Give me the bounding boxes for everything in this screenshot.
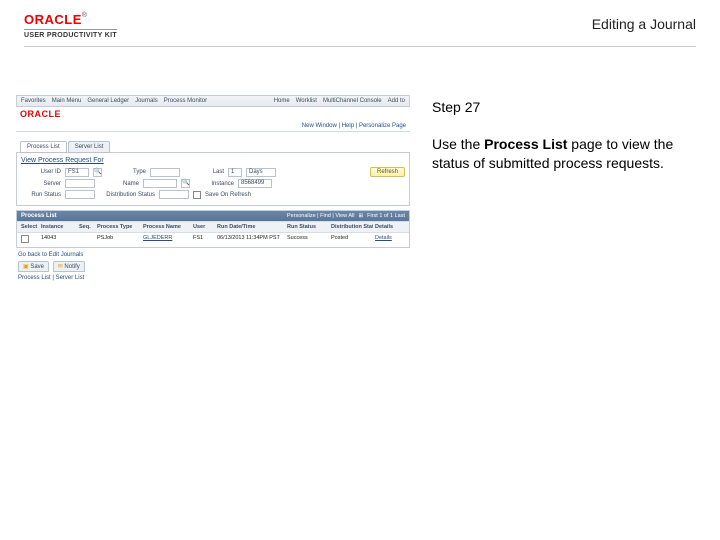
header-divider <box>24 46 696 47</box>
col-date: Run Date/Time <box>215 224 285 230</box>
col-instance: Instance <box>39 224 77 230</box>
app-screenshot: Favorites Main Menu General Ledger Journ… <box>16 95 410 285</box>
top-link-home[interactable]: Home <box>274 98 290 104</box>
below-grid: Go back to Edit Journals ▣ Save ✉ Notify… <box>16 248 410 285</box>
lookup-icon[interactable]: 🔍 <box>181 179 190 188</box>
inner-brand: ORACLE <box>16 107 410 121</box>
col-details: Details <box>373 224 401 230</box>
form-title: View Process Request For <box>21 157 405 164</box>
tab-strip: Process ListServer List <box>16 132 410 152</box>
col-ptype: Process Type <box>95 224 141 230</box>
notify-button[interactable]: ✉ Notify <box>53 261 85 272</box>
col-dist: Distribution Status <box>329 224 373 230</box>
brand-subtitle: USER PRODUCTIVITY KIT <box>24 29 117 39</box>
brand-block: ORACLE® USER PRODUCTIVITY KIT <box>24 12 117 39</box>
personalize-link[interactable]: Personalize Page <box>359 123 406 129</box>
brand-tm: ® <box>82 12 87 19</box>
cell-seq <box>77 235 95 245</box>
grid-page-info: First 1 of 1 Last <box>367 213 405 219</box>
diststatus-label: Distribution Status <box>99 192 155 198</box>
last-label: Last <box>184 169 224 175</box>
top-link-worklist[interactable]: Worklist <box>296 98 317 104</box>
footer-links[interactable]: Process List | Server List <box>18 275 408 281</box>
breadcrumb[interactable]: Favorites Main Menu General Ledger Journ… <box>16 95 410 107</box>
grid-head-row: Select Instance Seq. Process Type Proces… <box>17 221 409 232</box>
top-link-addto[interactable]: Add to <box>388 98 405 104</box>
col-run: Run Status <box>285 224 329 230</box>
instance-label: Instance <box>194 181 234 187</box>
col-seq: Seq. <box>77 224 95 230</box>
cell-dist: Posted <box>329 235 373 245</box>
grid-tools-links[interactable]: Personalize | Find | View All <box>287 213 355 219</box>
cell-user: FS1 <box>191 235 215 245</box>
cell-instance: 14043 <box>39 235 77 245</box>
tab-process-list[interactable]: Process List <box>20 141 67 153</box>
userid-label: User ID <box>21 169 61 175</box>
lookup-icon[interactable]: 🔍 <box>93 168 102 177</box>
page-title: Editing a Journal <box>592 16 696 32</box>
name-label: Name <box>99 181 139 187</box>
go-back-link[interactable]: Go back to Edit Journals <box>18 252 408 258</box>
window-links: New Window | Help | Personalize Page <box>16 121 410 132</box>
top-link-mcc[interactable]: MultiChannel Console <box>323 98 382 104</box>
instance-input[interactable]: 8568499 <box>238 179 272 188</box>
step-label: Step 27 <box>432 98 696 117</box>
save-on-refresh-checkbox[interactable] <box>193 191 201 199</box>
col-user: User <box>191 224 215 230</box>
new-window-link[interactable]: New Window <box>302 123 337 129</box>
runstatus-label: Run Status <box>21 192 61 198</box>
type-select[interactable] <box>150 168 180 177</box>
grid-title: Process List <box>21 213 57 219</box>
last-unit-select[interactable]: Days <box>246 168 276 177</box>
name-input[interactable] <box>143 179 177 188</box>
diststatus-select[interactable] <box>159 190 189 199</box>
grid-header-bar: Process List Personalize | Find | View A… <box>17 211 409 221</box>
last-input[interactable]: 1 <box>228 168 242 177</box>
server-select[interactable] <box>65 179 95 188</box>
cell-name[interactable]: GLJEDERR <box>141 235 191 245</box>
breadcrumb-item[interactable]: Favorites <box>21 98 46 104</box>
refresh-button[interactable]: Refresh <box>370 167 405 177</box>
tab-server-list[interactable]: Server List <box>68 141 111 153</box>
userid-input[interactable]: FS1 <box>65 168 89 177</box>
col-pname: Process Name <box>141 224 191 230</box>
instruction-text: Use the Process List page to view the st… <box>432 135 696 173</box>
instruction-panel: Step 27 Use the Process List page to vie… <box>432 98 696 173</box>
cell-type: PSJob <box>95 235 141 245</box>
breadcrumb-item[interactable]: Journals <box>135 98 158 104</box>
cell-run: Success <box>285 235 329 245</box>
runstatus-select[interactable] <box>65 190 95 199</box>
filter-form: View Process Request For User ID FS1 🔍 T… <box>16 152 410 206</box>
process-grid: Process List Personalize | Find | View A… <box>16 210 410 248</box>
help-link[interactable]: Help <box>342 123 354 129</box>
save-button[interactable]: ▣ Save <box>18 261 49 272</box>
breadcrumb-item[interactable]: Process Monitor <box>164 98 207 104</box>
col-select: Select <box>19 224 39 230</box>
server-label: Server <box>21 181 61 187</box>
type-label: Type <box>106 169 146 175</box>
row-checkbox[interactable] <box>21 235 29 243</box>
brand-name: ORACLE <box>24 12 82 27</box>
breadcrumb-item[interactable]: Main Menu <box>52 98 82 104</box>
cell-date: 06/13/2013 11:34PM PST <box>215 235 285 245</box>
table-row: 14043 PSJob GLJEDERR FS1 06/13/2013 11:3… <box>17 232 409 247</box>
breadcrumb-item[interactable]: General Ledger <box>87 98 129 104</box>
save-on-refresh-label: Save On Refresh <box>205 192 251 198</box>
grid-zoom-icon[interactable]: ⊞ <box>358 213 363 219</box>
cell-details[interactable]: Details <box>373 235 401 245</box>
